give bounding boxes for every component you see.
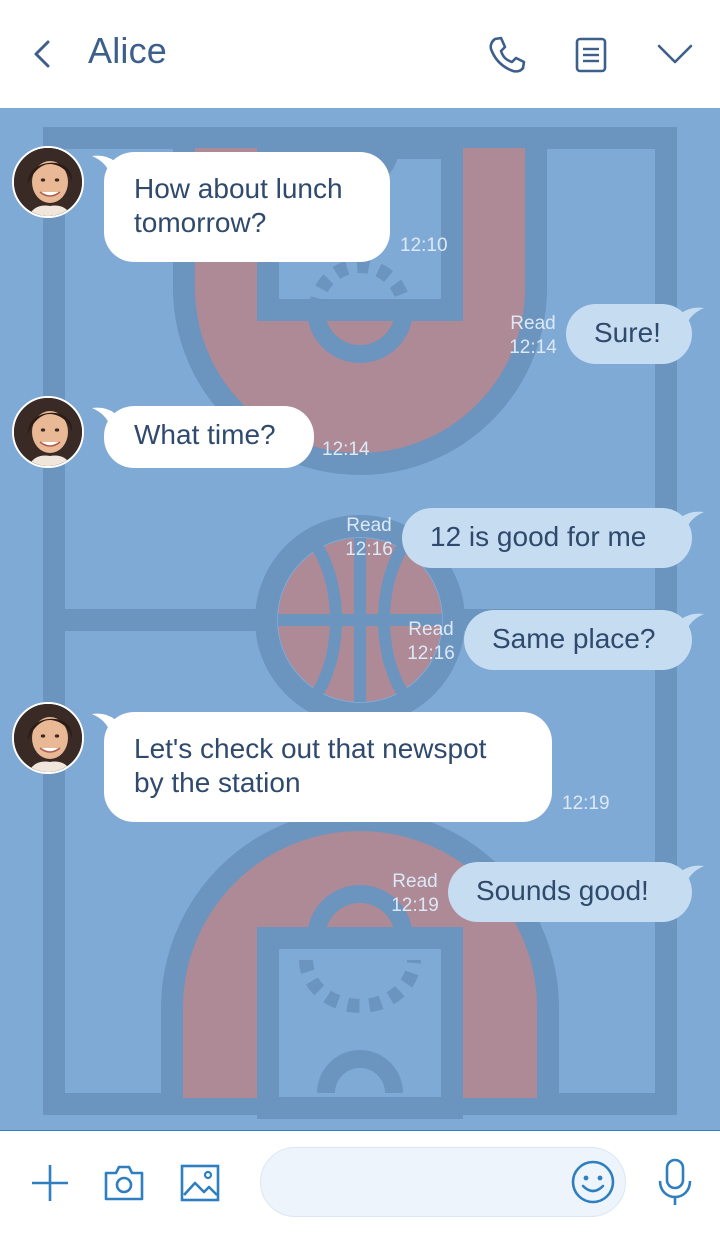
chat-area[interactable]: How about lunch tomorrow? 12:10 Read 12:… <box>0 108 720 1130</box>
bubble-tail <box>680 613 704 632</box>
chevron-down-icon[interactable] <box>654 34 696 76</box>
read-receipt: Read 12:14 <box>506 312 560 360</box>
message-time: 12:16 <box>345 539 393 560</box>
bubble-tail <box>680 307 704 326</box>
message-bubble-incoming[interactable]: What time? <box>104 406 314 468</box>
message-text: 12 is good for me <box>430 521 647 552</box>
read-label: Read <box>408 619 454 640</box>
message-text-line: by the station <box>134 767 301 798</box>
message-text: Sure! <box>594 317 661 348</box>
read-label: Read <box>510 313 556 334</box>
message-bubble-outgoing[interactable]: Sure! <box>566 304 692 364</box>
read-label: Read <box>346 515 392 536</box>
message-time: 12:14 <box>322 439 370 460</box>
microphone-icon[interactable] <box>654 1157 696 1207</box>
phone-icon[interactable] <box>486 34 528 76</box>
message-bubble-incoming[interactable]: How about lunch tomorrow? <box>104 152 390 262</box>
chat-header: Alice <box>0 0 720 108</box>
message-text-line: How about lunch <box>134 173 343 204</box>
message-text-line: Let's check out that newspot <box>134 733 487 764</box>
read-receipt: Read 12:16 <box>404 618 458 666</box>
bubble-tail <box>680 511 704 530</box>
read-receipt: Read 12:16 <box>342 514 396 562</box>
notes-icon[interactable] <box>570 34 612 76</box>
contact-avatar[interactable] <box>12 146 84 218</box>
bubble-tail <box>680 865 704 884</box>
read-receipt: Read 12:19 <box>388 870 442 918</box>
message-time: 12:19 <box>391 895 439 916</box>
back-icon[interactable] <box>26 36 62 72</box>
contact-avatar[interactable] <box>12 396 84 468</box>
message-text: Same place? <box>492 623 656 654</box>
message-bubble-incoming[interactable]: Let's check out that newspot by the stat… <box>104 712 552 822</box>
plus-icon[interactable] <box>28 1161 72 1205</box>
camera-icon[interactable] <box>102 1161 146 1205</box>
read-label: Read <box>392 871 438 892</box>
message-bubble-outgoing[interactable]: 12 is good for me <box>402 508 692 568</box>
message-text-line: tomorrow? <box>134 207 267 238</box>
message-time: 12:14 <box>509 337 557 358</box>
message-text: Sounds good! <box>476 875 649 906</box>
contact-name[interactable]: Alice <box>88 30 167 72</box>
image-icon[interactable] <box>178 1161 222 1205</box>
message-bubble-outgoing[interactable]: Same place? <box>464 610 692 670</box>
message-time: 12:10 <box>400 235 448 256</box>
message-text: What time? <box>134 419 276 450</box>
message-composer <box>0 1130 720 1233</box>
message-bubble-outgoing[interactable]: Sounds good! <box>448 862 692 922</box>
contact-avatar[interactable] <box>12 702 84 774</box>
smiley-icon[interactable] <box>570 1159 616 1205</box>
message-time: 12:19 <box>562 793 610 814</box>
message-time: 12:16 <box>407 643 455 664</box>
